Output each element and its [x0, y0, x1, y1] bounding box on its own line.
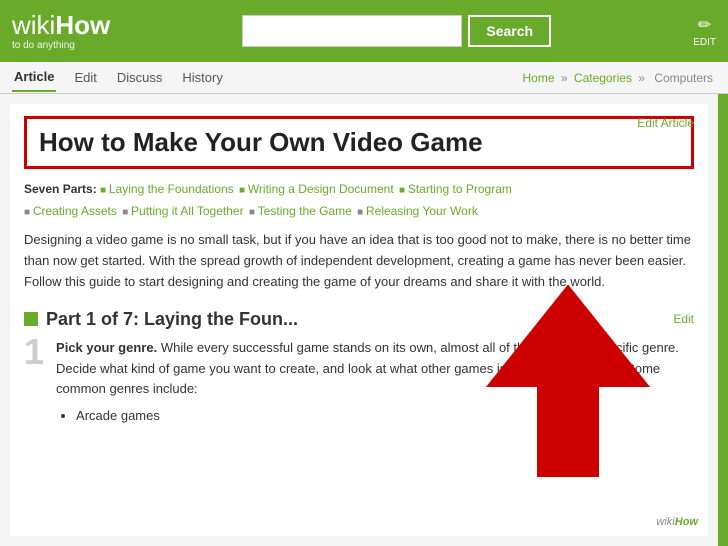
part-link-5[interactable]: Putting it All Together: [122, 204, 243, 218]
watermark: wikiHow: [656, 516, 698, 528]
section-header-1: Part 1 of 7: Laying the Foun... Edit: [24, 305, 694, 330]
section-square-icon: [24, 312, 38, 326]
breadcrumb-home[interactable]: Home: [523, 71, 555, 85]
logo-wiki: wiki: [12, 10, 55, 40]
seven-parts: Seven Parts: Laying the Foundations Writ…: [24, 179, 694, 222]
section-title-1: Part 1 of 7: Laying the Foun...: [24, 309, 298, 330]
tab-history[interactable]: History: [180, 64, 224, 91]
header: wikiHow to do anything Search ✏ EDIT: [0, 0, 728, 62]
watermark-wiki: wiki: [656, 516, 674, 528]
part-link-6[interactable]: Testing the Game: [249, 204, 352, 218]
breadcrumb-sep1: »: [561, 71, 568, 85]
search-button[interactable]: Search: [468, 15, 551, 47]
part-link-2[interactable]: Writing a Design Document: [239, 182, 394, 196]
breadcrumb-current: Computers: [654, 71, 713, 85]
tab-edit[interactable]: Edit: [72, 64, 98, 91]
part-link-3[interactable]: Starting to Program: [399, 182, 512, 196]
content-inner: Edit Article How to Make Your Own Video …: [10, 104, 708, 536]
article-description: Designing a video game is no small task,…: [24, 230, 694, 292]
part-link-1[interactable]: Laying the Foundations: [100, 182, 234, 196]
breadcrumb: Home » Categories » Computers: [523, 71, 716, 85]
tab-article[interactable]: Article: [12, 63, 56, 92]
watermark-how: How: [675, 516, 698, 528]
search-input[interactable]: [242, 15, 462, 47]
main-content: Edit Article How to Make Your Own Video …: [0, 94, 728, 546]
parts-label: Seven Parts:: [24, 182, 97, 196]
article-title: How to Make Your Own Video Game: [39, 127, 679, 158]
step-bold-1: Pick your genre.: [56, 340, 157, 355]
logo-tagline: to do anything: [12, 40, 110, 51]
search-area: Search: [242, 15, 551, 47]
tabs-left: Article Edit Discuss History: [12, 63, 225, 92]
breadcrumb-sep2: »: [638, 71, 645, 85]
edit-header-button[interactable]: ✏ EDIT: [693, 15, 716, 48]
part-link-7[interactable]: Releasing Your Work: [357, 204, 478, 218]
sidebar-strip: [718, 94, 728, 546]
bullet-item-arcade: Arcade games: [76, 406, 694, 427]
logo-area: wikiHow to do anything: [12, 11, 110, 51]
step-content-1: Pick your genre. While every successful …: [56, 338, 694, 427]
tab-discuss[interactable]: Discuss: [115, 64, 165, 91]
section-title-text: Part 1 of 7: Laying the Foun...: [46, 309, 298, 330]
logo: wikiHow: [12, 11, 110, 40]
step-number-1: 1: [24, 334, 44, 370]
breadcrumb-categories[interactable]: Categories: [574, 71, 632, 85]
edit-header-label: EDIT: [693, 37, 716, 48]
part-link-4[interactable]: Creating Assets: [24, 204, 117, 218]
edit-article-link[interactable]: Edit Article: [637, 116, 694, 130]
bullet-list-1: Arcade games: [76, 406, 694, 427]
section-edit-link[interactable]: Edit: [673, 312, 694, 326]
nav-tabs: Article Edit Discuss History Home » Cate…: [0, 62, 728, 94]
article-title-box: How to Make Your Own Video Game: [24, 116, 694, 169]
step-1: 1 Pick your genre. While every successfu…: [24, 338, 694, 427]
logo-how: How: [55, 10, 110, 40]
pencil-icon: ✏: [698, 15, 711, 35]
